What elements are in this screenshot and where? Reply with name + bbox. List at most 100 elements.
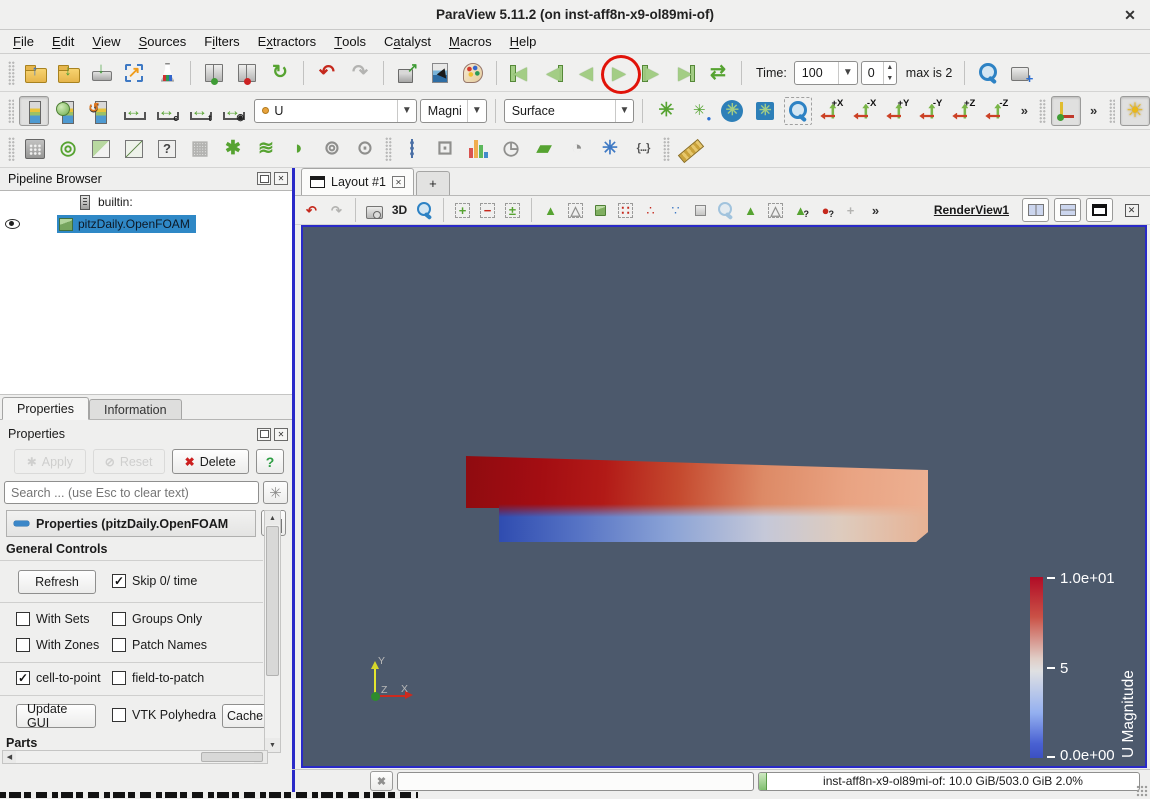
rescale-data-range-button[interactable]: ↔ xyxy=(118,96,148,126)
plot-data-over-time-button[interactable]: ▰ xyxy=(529,134,559,164)
open-button[interactable]: ↑ xyxy=(20,58,50,88)
group-datasets-button[interactable]: ⊚ xyxy=(317,134,347,164)
orientation-axes-toggle[interactable] xyxy=(1051,96,1081,126)
color-palette-button[interactable] xyxy=(458,58,488,88)
menu-edit[interactable]: Edit xyxy=(43,30,83,53)
scrollbar-thumb[interactable] xyxy=(266,526,279,676)
tab-information[interactable]: Information xyxy=(89,399,182,419)
camera-undo-button[interactable]: ↶ xyxy=(300,199,323,222)
export-scene-button[interactable]: ↗ xyxy=(119,58,149,88)
zoom-magnifier-button[interactable] xyxy=(973,58,1003,88)
menu-sources[interactable]: Sources xyxy=(130,30,196,53)
set-view-plus-y-button[interactable]: +Y xyxy=(882,96,912,126)
field-to-patch-row[interactable]: field-to-patch xyxy=(112,671,204,685)
menu-tools[interactable]: Tools xyxy=(325,30,375,53)
edit-colormap-button[interactable] xyxy=(52,96,82,126)
first-frame-button[interactable]: ◀ xyxy=(505,58,535,88)
interactive-select-points-button[interactable]: ∴ xyxy=(639,199,662,222)
select-cells-on-button[interactable]: + xyxy=(451,199,474,222)
window-close-button[interactable]: ✕ xyxy=(1120,6,1140,24)
next-frame-button[interactable]: ▶ xyxy=(637,58,667,88)
camera-overflow-button[interactable]: » xyxy=(1014,96,1034,126)
clip-filter-button[interactable] xyxy=(86,134,116,164)
hover-cells-button[interactable] xyxy=(689,199,712,222)
patch-names-row[interactable]: Patch Names xyxy=(112,638,207,652)
set-view-minus-x-button[interactable]: -X xyxy=(849,96,879,126)
skip-time-checkbox[interactable]: ✓ xyxy=(112,574,126,588)
temporal-statistics-button[interactable]: ✳ xyxy=(595,134,625,164)
axes-overflow-button[interactable]: » xyxy=(1084,96,1104,126)
menu-help[interactable]: Help xyxy=(501,30,546,53)
set-view-plus-z-button[interactable]: +Z xyxy=(948,96,978,126)
contour-filter-button[interactable]: ◎ xyxy=(53,134,83,164)
colormap-toggle[interactable] xyxy=(19,96,49,126)
selected-source-highlight[interactable]: pitzDaily.OpenFOAM xyxy=(57,215,196,233)
catalyst-state-button[interactable] xyxy=(152,58,182,88)
hover-points-button[interactable]: ∵ xyxy=(664,199,687,222)
horizontal-scrollbar[interactable]: ◀ ▶ xyxy=(2,750,268,764)
interactive-select-cells-button[interactable] xyxy=(589,199,612,222)
previous-frame-button[interactable]: ◀ xyxy=(538,58,568,88)
zoom-to-box-button[interactable] xyxy=(783,96,813,126)
select-frustum-points-button[interactable]: ∷ xyxy=(614,199,637,222)
redo-button[interactable]: ↷ xyxy=(345,58,375,88)
extract-selection-button[interactable]: ⊡ xyxy=(430,134,460,164)
menu-catalyst[interactable]: Catalyst xyxy=(375,30,440,53)
menu-macros[interactable]: Macros xyxy=(440,30,501,53)
search-input[interactable] xyxy=(4,481,259,504)
field-to-patch-checkbox[interactable] xyxy=(112,671,126,685)
slice-filter-button[interactable] xyxy=(119,134,149,164)
set-view-minus-y-button[interactable]: -Y xyxy=(915,96,945,126)
vector-component-combobox[interactable]: Magnitude ▼ xyxy=(420,99,487,123)
dock-float-button[interactable] xyxy=(257,172,271,185)
dock-close-button[interactable]: ✕ xyxy=(274,428,288,441)
close-view-button[interactable]: ✕ xyxy=(1118,198,1145,222)
plot-over-line-button[interactable] xyxy=(397,134,427,164)
select-cells-interactively-button[interactable]: ▲ xyxy=(739,199,762,222)
camera-plus-button[interactable] xyxy=(1006,58,1036,88)
set-view-minus-z-button[interactable]: -Z xyxy=(981,96,1011,126)
close-layout-icon[interactable]: ✕ xyxy=(392,176,405,188)
rescale-temporal-range-button[interactable]: ↔t xyxy=(184,96,214,126)
reset-camera-closest-button[interactable]: ✳ xyxy=(717,96,747,126)
glyph-filter-button[interactable]: ✱ xyxy=(218,134,248,164)
dock-close-button[interactable]: ✕ xyxy=(274,172,288,185)
menu-file[interactable]: File xyxy=(4,30,43,53)
save-data-button[interactable]: ↓ xyxy=(86,58,116,88)
spinbox-arrows[interactable]: ▲▼ xyxy=(883,62,896,84)
quartile-chart-button[interactable]: ◔ xyxy=(562,134,592,164)
color-array-combobox[interactable]: U ▼ xyxy=(254,99,416,123)
camera-redo-button[interactable]: ↷ xyxy=(325,199,348,222)
apply-button[interactable]: ✱Apply xyxy=(14,449,86,474)
server-disconnect-button[interactable] xyxy=(232,58,262,88)
pipeline-server-row[interactable]: builtin: xyxy=(0,191,292,213)
resize-grip[interactable] xyxy=(1136,785,1148,797)
light-kit-toggle[interactable]: ☀ xyxy=(1120,96,1150,126)
vtk-polyhedra-row[interactable]: VTK Polyhedra xyxy=(112,708,216,722)
programmable-filter-button[interactable]: {...} xyxy=(628,134,658,164)
select-points-polygon-button[interactable]: △ xyxy=(564,199,587,222)
groups-only-checkbox[interactable] xyxy=(112,612,126,626)
extract-subset-button[interactable]: ▦ xyxy=(185,134,215,164)
cell-to-point-checkbox[interactable]: ✓ xyxy=(16,671,30,685)
warp-by-vector-button[interactable]: ◗ xyxy=(284,134,314,164)
threshold-filter-button[interactable]: ? xyxy=(152,134,182,164)
color-legend[interactable]: 1.0e+01 5 0.0e+00 U Magnitude xyxy=(1030,575,1146,765)
with-zones-checkbox[interactable] xyxy=(16,638,30,652)
zoom-to-data-button[interactable]: ✳● xyxy=(684,96,714,126)
render-view-name[interactable]: RenderView1 xyxy=(934,203,1009,217)
menu-filters[interactable]: Filters xyxy=(195,30,248,53)
layout-tab[interactable]: Layout #1 ✕ xyxy=(301,168,414,195)
rescale-visible-range-button[interactable]: ↔◉ xyxy=(217,96,247,126)
zoom-closest-to-data-button[interactable]: ✳ xyxy=(750,96,780,126)
stream-tracer-button[interactable]: ≋ xyxy=(251,134,281,164)
render-viewport[interactable]: 1.0e+01 5 0.0e+00 U Magnitude Y X Z xyxy=(301,225,1147,768)
skip-time-row[interactable]: ✓ Skip 0/ time xyxy=(112,574,197,588)
cache-button[interactable]: Cache v xyxy=(222,704,268,728)
split-horizontal-button[interactable] xyxy=(1022,198,1049,222)
plot-selection-over-time-button[interactable]: ◷ xyxy=(496,134,526,164)
render-overflow-button[interactable]: » xyxy=(864,199,887,222)
choose-preset-button[interactable] xyxy=(85,96,115,126)
rescale-custom-range-button[interactable]: ↔c xyxy=(151,96,181,126)
last-frame-button[interactable]: ▶ xyxy=(670,58,700,88)
